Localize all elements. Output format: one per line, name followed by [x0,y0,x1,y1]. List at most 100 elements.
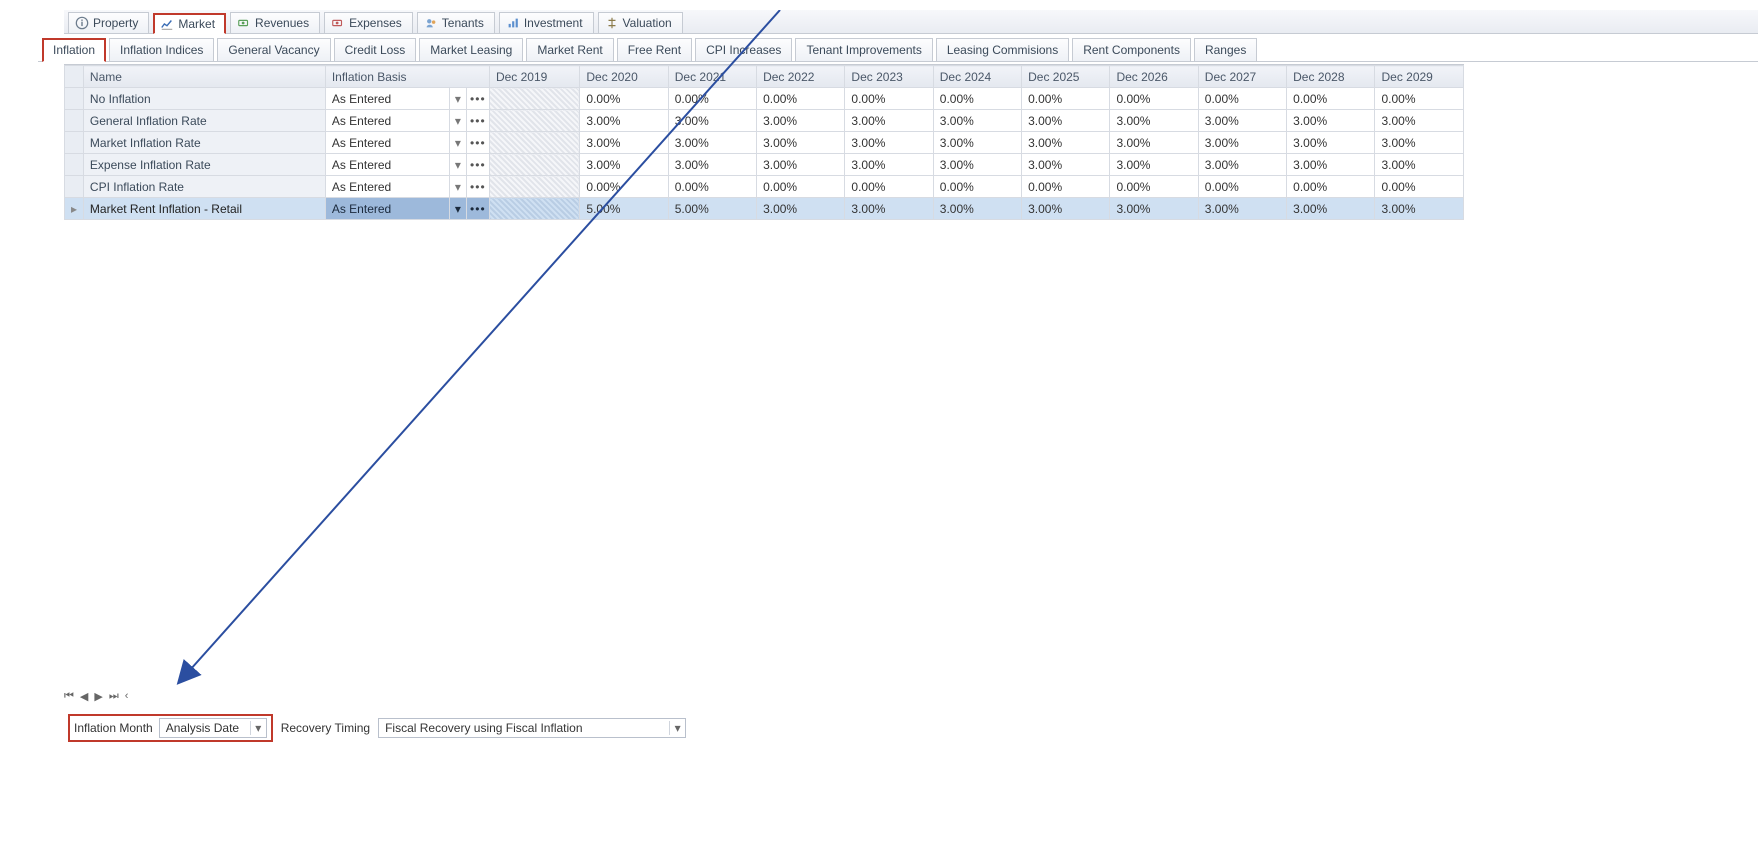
col-dec-2029[interactable]: Dec 2029 [1375,66,1464,88]
col-dec-2019[interactable]: Dec 2019 [489,66,579,88]
value-cell[interactable]: 3.00% [1022,198,1110,220]
basis-more-icon[interactable]: ••• [466,198,489,220]
tab-tenants[interactable]: Tenants [417,12,495,33]
basis-dropdown-icon[interactable]: ▾ [449,154,466,176]
subtab-ranges[interactable]: Ranges [1194,38,1257,61]
value-cell[interactable]: 3.00% [668,154,756,176]
subtab-inflation-indices[interactable]: Inflation Indices [109,38,214,61]
value-cell[interactable]: 3.00% [1375,132,1464,154]
value-cell[interactable]: 5.00% [580,198,668,220]
subtab-inflation[interactable]: Inflation [42,38,106,62]
basis-more-icon[interactable]: ••• [466,132,489,154]
basis-dropdown-icon[interactable]: ▾ [449,198,466,220]
tab-investment[interactable]: Investment [499,12,594,33]
value-cell[interactable]: 3.00% [757,110,845,132]
value-cell[interactable]: 3.00% [845,154,933,176]
value-cell[interactable]: 0.00% [933,176,1021,198]
value-cell[interactable]: 0.00% [933,88,1021,110]
subtab-leasing-commisions[interactable]: Leasing Commisions [936,38,1069,61]
table-row[interactable]: General Inflation RateAs Entered▾•••3.00… [65,110,1464,132]
value-cell[interactable]: 3.00% [1198,154,1286,176]
value-cell[interactable]: 3.00% [933,110,1021,132]
basis-more-icon[interactable]: ••• [466,88,489,110]
value-cell[interactable]: 3.00% [1375,198,1464,220]
value-cell[interactable]: 0.00% [1198,176,1286,198]
col-name[interactable]: Name [83,66,325,88]
basis-more-icon[interactable]: ••• [466,110,489,132]
col-dec-2023[interactable]: Dec 2023 [845,66,933,88]
col-inflation-basis[interactable]: Inflation Basis [325,66,489,88]
value-cell[interactable]: 0.00% [1110,88,1198,110]
value-cell[interactable]: 5.00% [668,198,756,220]
basis-dropdown-icon[interactable]: ▾ [449,88,466,110]
value-cell[interactable]: 3.00% [1110,154,1198,176]
row-handle[interactable] [65,132,84,154]
name-cell[interactable]: CPI Inflation Rate [83,176,325,198]
value-cell[interactable]: 3.00% [1022,132,1110,154]
col-dec-2028[interactable]: Dec 2028 [1287,66,1375,88]
value-cell[interactable]: 3.00% [580,154,668,176]
inflation-month-combo[interactable]: Analysis Date ▾ [159,718,267,738]
basis-cell[interactable]: As Entered [325,88,449,110]
value-cell[interactable]: 3.00% [757,154,845,176]
value-cell[interactable]: 3.00% [757,198,845,220]
name-cell[interactable]: Expense Inflation Rate [83,154,325,176]
row-handle[interactable] [65,176,84,198]
row-handle[interactable]: ▸ [65,198,84,220]
subtab-market-leasing[interactable]: Market Leasing [419,38,523,61]
tab-revenues[interactable]: Revenues [230,12,320,33]
value-cell[interactable]: 0.00% [757,176,845,198]
value-cell[interactable]: 0.00% [1022,176,1110,198]
value-cell[interactable]: 0.00% [845,88,933,110]
subtab-general-vacancy[interactable]: General Vacancy [217,38,330,61]
table-row[interactable]: Expense Inflation RateAs Entered▾••• 3.00… [65,154,1464,176]
nav-next-icon[interactable]: ▶ [94,690,102,703]
row-handle[interactable] [65,154,84,176]
tab-market[interactable]: Market [153,13,226,34]
value-cell[interactable]: 3.00% [933,154,1021,176]
row-handle[interactable] [65,110,84,132]
basis-dropdown-icon[interactable]: ▾ [449,132,466,154]
value-cell[interactable]: 0.00% [1198,88,1286,110]
basis-cell[interactable]: As Entered [325,110,449,132]
recovery-timing-combo[interactable]: Fiscal Recovery using Fiscal Inflation ▾ [378,718,686,738]
basis-dropdown-icon[interactable]: ▾ [449,176,466,198]
subtab-cpi-increases[interactable]: CPI Increases [695,38,792,61]
nav-prev-icon[interactable]: ◀ [80,690,88,703]
tab-property[interactable]: Property [68,12,149,33]
value-cell[interactable]: 3.00% [1110,198,1198,220]
basis-cell[interactable]: As Entered [325,154,449,176]
value-cell[interactable]: 3.00% [668,110,756,132]
value-cell[interactable]: 0.00% [1022,88,1110,110]
value-cell[interactable]: 3.00% [1375,154,1464,176]
value-cell[interactable]: 0.00% [668,176,756,198]
col-dec-2027[interactable]: Dec 2027 [1198,66,1286,88]
chevron-down-icon[interactable]: ▾ [250,721,266,735]
value-cell[interactable]: 3.00% [668,132,756,154]
value-cell[interactable]: 3.00% [1110,110,1198,132]
value-cell[interactable]: 0.00% [1287,88,1375,110]
value-cell[interactable]: 0.00% [1375,176,1464,198]
table-row[interactable]: ▸Market Rent Inflation - RetailAs Entere… [65,198,1464,220]
value-cell[interactable]: 0.00% [668,88,756,110]
col-dec-2021[interactable]: Dec 2021 [668,66,756,88]
subtab-free-rent[interactable]: Free Rent [617,38,692,61]
col-dec-2024[interactable]: Dec 2024 [933,66,1021,88]
value-cell[interactable]: 3.00% [757,132,845,154]
value-cell[interactable]: 3.00% [1287,198,1375,220]
basis-more-icon[interactable]: ••• [466,154,489,176]
value-cell[interactable]: 3.00% [845,132,933,154]
basis-cell[interactable]: As Entered [325,176,449,198]
value-cell[interactable]: 3.00% [933,132,1021,154]
value-cell[interactable]: 0.00% [1375,88,1464,110]
value-cell[interactable]: 3.00% [1198,132,1286,154]
subtab-market-rent[interactable]: Market Rent [526,38,613,61]
value-cell[interactable]: 0.00% [845,176,933,198]
nav-last-icon[interactable]: ⏭ [109,690,119,703]
basis-more-icon[interactable]: ••• [466,176,489,198]
subtab-credit-loss[interactable]: Credit Loss [334,38,417,61]
nav-first-icon[interactable]: ⏮ [64,690,74,703]
value-cell[interactable]: 0.00% [580,176,668,198]
value-cell[interactable]: 0.00% [580,88,668,110]
tab-expenses[interactable]: Expenses [324,12,413,33]
